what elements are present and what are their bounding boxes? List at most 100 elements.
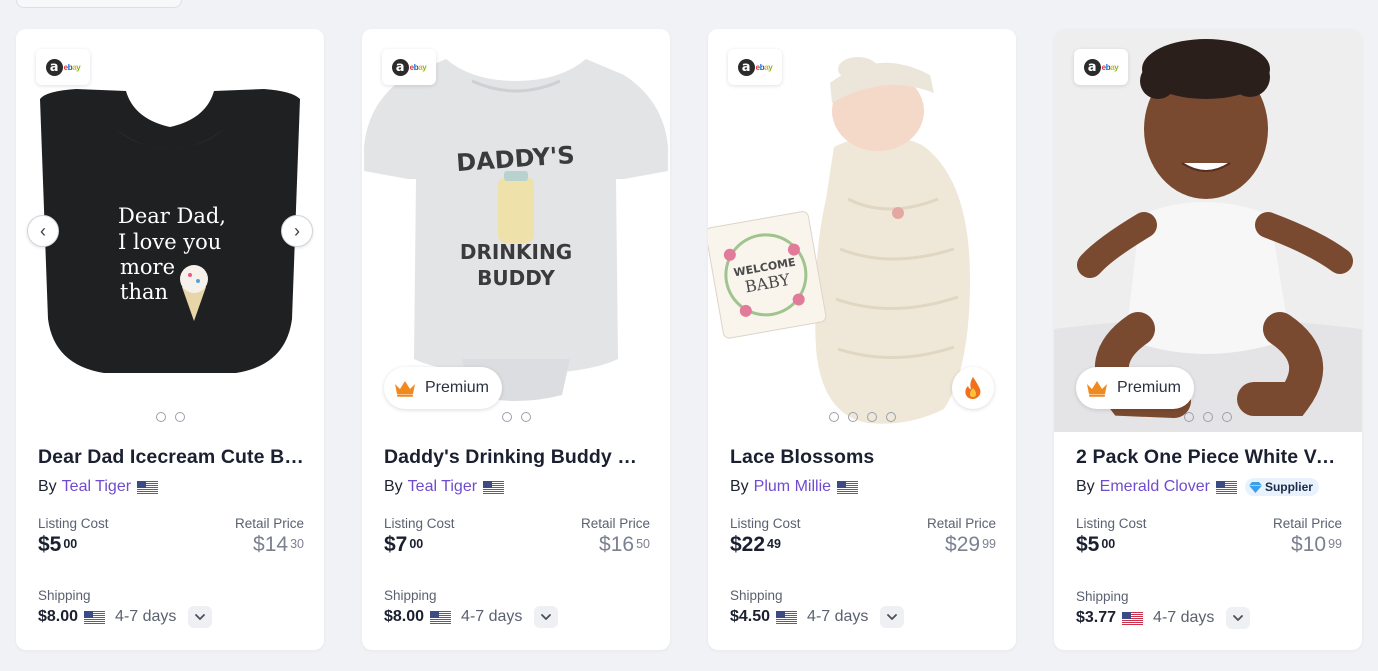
supplier-label: Supplier	[1264, 480, 1313, 494]
bib-text-3: more	[120, 255, 175, 279]
retail-price-label: Retail Price	[234, 516, 304, 531]
retail-price-label: Retail Price	[926, 516, 996, 531]
carousel-dots	[362, 412, 670, 422]
premium-badge: Premium	[384, 367, 503, 409]
shipping-label: Shipping	[38, 588, 91, 603]
product-image[interactable]: a ebay Premium	[1054, 29, 1362, 432]
bib-text-1: Dear Dad,	[118, 204, 226, 228]
carousel-dot[interactable]	[155, 412, 166, 422]
us-flag-icon	[1122, 612, 1143, 625]
bib-text-2: I love you	[118, 230, 221, 254]
shipping-expand-button[interactable]	[534, 606, 559, 628]
retail-price-value: $29 99	[945, 533, 996, 556]
carousel-dot[interactable]	[847, 412, 858, 422]
onesie-text-3: BUDDY	[477, 266, 555, 290]
supplier-badge: Supplier	[1244, 478, 1319, 496]
carousel-dot[interactable]	[1203, 412, 1213, 422]
ebay-source-icon: a ebay	[382, 49, 436, 85]
shipping-expand-button[interactable]	[880, 606, 905, 628]
seller-row: By Teal Tiger	[38, 476, 304, 498]
crown-icon	[1086, 379, 1108, 397]
listing-cost-label: Listing Cost	[730, 516, 801, 531]
seller-link[interactable]: Teal Tiger	[408, 478, 477, 496]
top-filter-control[interactable]	[16, 0, 182, 8]
seller-link[interactable]: Emerald Clover	[1100, 478, 1210, 496]
us-flag-icon	[137, 481, 158, 494]
price-section: Listing Cost Retail Price $5 00 $14 30	[38, 516, 304, 562]
product-image[interactable]: DADDY'S DRINKING BUDDY a ebay Premium	[362, 29, 670, 432]
carousel-dot[interactable]	[174, 412, 185, 422]
retail-price-value: $10 99	[1291, 533, 1342, 556]
carousel-dots	[1054, 412, 1362, 422]
chevron-down-icon	[886, 613, 898, 621]
carousel-dot[interactable]	[520, 412, 531, 422]
product-title[interactable]: Dear Dad Icecream Cute Bl...	[38, 446, 304, 469]
by-label: By	[730, 478, 749, 495]
listing-cost-value: $5 00	[1076, 533, 1116, 556]
listing-cost-value: $5 00	[38, 533, 78, 556]
seller-row: By Plum Millie	[730, 476, 996, 498]
crown-icon	[394, 379, 416, 397]
premium-label: Premium	[1117, 379, 1182, 396]
fire-icon	[965, 377, 981, 399]
product-grid: Dear Dad, I love you more than a ebay ‹ …	[16, 29, 1363, 650]
price-section: Listing Cost Retail Price $5 00 $10 99	[1076, 516, 1342, 562]
us-flag-icon	[776, 611, 797, 624]
shipping-cost: $8.00	[38, 608, 79, 625]
us-flag-icon	[837, 481, 858, 494]
shipping-label: Shipping	[1076, 589, 1129, 604]
seller-row: By Emerald Clover Supplier	[1076, 476, 1342, 498]
carousel-dot[interactable]	[828, 412, 839, 422]
carousel-dot[interactable]	[501, 412, 512, 422]
shipping-label: Shipping	[384, 588, 437, 603]
price-section: Listing Cost Retail Price $7 00 $16 50	[384, 516, 650, 562]
listing-cost-value: $7 00	[384, 533, 424, 556]
carousel-dot[interactable]	[866, 412, 877, 422]
listing-cost-label: Listing Cost	[1076, 516, 1147, 531]
product-title[interactable]: Lace Blossoms	[730, 446, 996, 469]
product-image[interactable]: Dear Dad, I love you more than a ebay ‹ …	[16, 29, 324, 432]
seller-row: By Teal Tiger	[384, 476, 650, 498]
listing-cost-label: Listing Cost	[384, 516, 455, 531]
product-card[interactable]: Dear Dad, I love you more than a ebay ‹ …	[16, 29, 324, 650]
shipping-expand-button[interactable]	[188, 606, 213, 628]
by-label: By	[1076, 478, 1095, 495]
bib-text-4: than	[120, 280, 168, 304]
shipping-days: 4-7 days	[1153, 609, 1215, 626]
shipping-cost: $4.50	[730, 608, 771, 625]
carousel-dot[interactable]	[1222, 412, 1232, 422]
carousel-dots	[16, 412, 324, 422]
carousel-dot[interactable]	[1184, 412, 1194, 422]
chevron-left-icon: ‹	[40, 221, 46, 241]
shipping-days: 4-7 days	[807, 608, 869, 625]
shipping-days: 4-7 days	[115, 608, 177, 625]
product-image[interactable]: WELCOME BABY a ebay	[708, 29, 1016, 432]
listing-cost-label: Listing Cost	[38, 516, 109, 531]
chevron-down-icon	[1232, 614, 1244, 622]
seller-link[interactable]: Teal Tiger	[62, 478, 131, 496]
shipping-days: 4-7 days	[461, 608, 523, 625]
price-section: Listing Cost Retail Price $22 49 $29 99	[730, 516, 996, 562]
us-flag-icon	[1216, 481, 1237, 494]
product-card[interactable]: a ebay Premium 2 Pack One Piece White Va…	[1054, 29, 1362, 650]
premium-badge: Premium	[1076, 367, 1195, 409]
product-title[interactable]: 2 Pack One Piece White Var...	[1076, 446, 1342, 469]
retail-price-label: Retail Price	[580, 516, 650, 531]
us-flag-icon	[84, 611, 105, 624]
seller-link[interactable]: Plum Millie	[754, 478, 831, 496]
ebay-source-icon: a ebay	[36, 49, 90, 85]
shipping-label: Shipping	[730, 588, 783, 603]
ebay-source-icon: a ebay	[1074, 49, 1128, 85]
carousel-next-button[interactable]: ›	[281, 215, 313, 247]
shipping-cost: $8.00	[384, 608, 425, 625]
chevron-right-icon: ›	[294, 221, 300, 241]
trending-badge	[952, 367, 994, 409]
product-card[interactable]: DADDY'S DRINKING BUDDY a ebay Premium Da…	[362, 29, 670, 650]
product-card[interactable]: WELCOME BABY a ebay Lace Blossoms By Plu…	[708, 29, 1016, 650]
shipping-section: Shipping $8.00 4-7 days	[38, 588, 304, 628]
shipping-expand-button[interactable]	[1226, 607, 1251, 629]
carousel-dot[interactable]	[885, 412, 896, 422]
carousel-prev-button[interactable]: ‹	[27, 215, 59, 247]
carousel-dots	[708, 412, 1016, 422]
product-title[interactable]: Daddy's Drinking Buddy Cu...	[384, 446, 650, 469]
